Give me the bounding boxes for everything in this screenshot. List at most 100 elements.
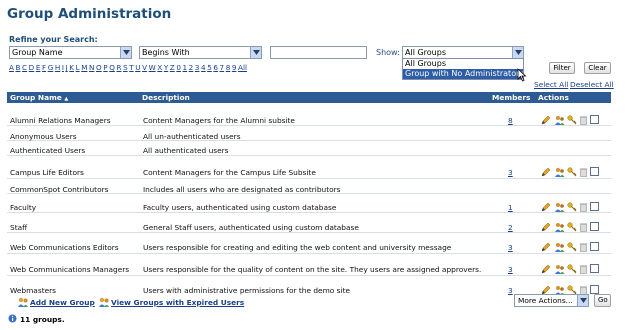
more-actions-select[interactable]: More Actions...: [514, 294, 589, 307]
alpha-link-b[interactable]: B: [16, 63, 21, 72]
alpha-link-all[interactable]: All: [238, 63, 247, 72]
row-select-checkbox[interactable]: [590, 115, 599, 124]
delete-icon[interactable]: [579, 242, 588, 254]
row-select-checkbox[interactable]: [590, 167, 599, 176]
group-members-icon[interactable]: [554, 242, 565, 254]
description-cell: Content Managers for the Campus Life Sub…: [143, 168, 316, 177]
permissions-key-icon[interactable]: [567, 264, 577, 276]
group-members-icon[interactable]: [554, 222, 565, 234]
alpha-link-v[interactable]: V: [142, 63, 147, 72]
edit-pencil-icon[interactable]: [541, 167, 551, 179]
alpha-link-4[interactable]: 4: [201, 63, 206, 72]
member-count-link[interactable]: 8: [508, 116, 513, 125]
alpha-link-7[interactable]: 7: [220, 63, 225, 72]
group-count: 11 groups.: [20, 315, 65, 324]
alpha-link-u[interactable]: U: [135, 63, 140, 72]
alpha-link-k[interactable]: K: [69, 63, 74, 72]
member-count-link[interactable]: 3: [508, 168, 513, 177]
dropdown-option-all-groups[interactable]: All Groups: [403, 59, 523, 69]
delete-icon[interactable]: [579, 167, 588, 179]
member-count-link[interactable]: 3: [508, 243, 513, 252]
alpha-link-p[interactable]: P: [103, 63, 107, 72]
alpha-link-8[interactable]: 8: [226, 63, 231, 72]
permissions-key-icon[interactable]: [567, 167, 577, 179]
edit-pencil-icon[interactable]: [541, 242, 551, 254]
select-all-link[interactable]: Select All: [534, 80, 568, 89]
alpha-link-q[interactable]: Q: [109, 63, 115, 72]
view-expired-groups-link[interactable]: View Groups with Expired Users: [111, 298, 244, 307]
search-operator-value: Begins With: [142, 48, 190, 57]
column-header-group-name[interactable]: Group Name ▲: [10, 92, 68, 105]
alpha-link-l[interactable]: L: [76, 63, 80, 72]
row-select-checkbox[interactable]: [590, 264, 599, 273]
edit-pencil-icon[interactable]: [541, 202, 551, 214]
description-cell: Users responsible for the quality of con…: [143, 265, 482, 274]
row-select-checkbox[interactable]: [590, 242, 599, 251]
alpha-link-x[interactable]: X: [157, 63, 162, 72]
alpha-link-0[interactable]: 0: [176, 63, 181, 72]
group-name-cell: Authenticated Users: [10, 146, 86, 155]
search-operator-select[interactable]: Begins With: [139, 46, 262, 59]
alpha-link-j[interactable]: J: [66, 63, 68, 72]
add-new-group-link[interactable]: Add New Group: [30, 298, 95, 307]
alpha-link-m[interactable]: M: [81, 63, 87, 72]
search-input[interactable]: [270, 46, 367, 59]
permissions-key-icon[interactable]: [567, 202, 577, 214]
chevron-down-icon: [512, 47, 523, 58]
member-count-link[interactable]: 3: [508, 286, 513, 295]
alpha-link-f[interactable]: F: [42, 63, 46, 72]
alpha-link-e[interactable]: E: [36, 63, 41, 72]
row-select-checkbox[interactable]: [590, 222, 599, 231]
edit-pencil-icon[interactable]: [541, 115, 551, 127]
permissions-key-icon[interactable]: [567, 222, 577, 234]
delete-icon[interactable]: [579, 222, 588, 234]
more-actions-value: More Actions...: [518, 296, 573, 305]
chevron-down-icon: [250, 47, 261, 58]
alpha-link-3[interactable]: 3: [195, 63, 200, 72]
alpha-link-g[interactable]: G: [48, 63, 54, 72]
alpha-link-9[interactable]: 9: [232, 63, 237, 72]
alpha-link-6[interactable]: 6: [213, 63, 218, 72]
alpha-link-1[interactable]: 1: [183, 63, 188, 72]
clear-button[interactable]: Clear: [584, 62, 611, 74]
group-members-icon[interactable]: [554, 202, 565, 214]
permissions-key-icon[interactable]: [567, 242, 577, 254]
alpha-link-a[interactable]: A: [9, 63, 14, 72]
delete-icon[interactable]: [579, 115, 588, 127]
permissions-key-icon[interactable]: [567, 115, 577, 127]
filter-button[interactable]: Filter: [549, 62, 575, 74]
group-members-icon[interactable]: [554, 115, 565, 127]
alpha-link-s[interactable]: S: [123, 63, 128, 72]
alpha-link-c[interactable]: C: [22, 63, 27, 72]
edit-pencil-icon[interactable]: [541, 264, 551, 276]
alpha-link-y[interactable]: Y: [164, 63, 168, 72]
dropdown-option-no-administrators[interactable]: Group with No Administrators: [403, 69, 524, 79]
row-select-checkbox[interactable]: [590, 202, 599, 211]
go-button[interactable]: Go: [594, 294, 611, 307]
row-select-checkbox[interactable]: [590, 285, 599, 294]
alpha-link-5[interactable]: 5: [207, 63, 212, 72]
group-name-cell: Staff: [10, 223, 28, 232]
row-divider: [7, 155, 611, 156]
edit-pencil-icon[interactable]: [541, 222, 551, 234]
alpha-link-z[interactable]: Z: [170, 63, 175, 72]
search-field-select[interactable]: Group Name: [9, 46, 132, 59]
member-count-link[interactable]: 3: [508, 265, 513, 274]
alpha-link-r[interactable]: R: [116, 63, 121, 72]
group-members-icon[interactable]: [554, 264, 565, 276]
member-count-link[interactable]: 2: [508, 223, 513, 232]
delete-icon[interactable]: [579, 264, 588, 276]
alpha-link-h[interactable]: H: [55, 63, 60, 72]
alpha-link-w[interactable]: W: [149, 63, 156, 72]
deselect-all-link[interactable]: Deselect All: [570, 80, 614, 89]
alpha-link-2[interactable]: 2: [189, 63, 194, 72]
alpha-link-o[interactable]: O: [96, 63, 102, 72]
group-name-cell: Web Communications Managers: [10, 265, 130, 274]
alpha-link-d[interactable]: D: [29, 63, 35, 72]
alpha-link-i[interactable]: I: [62, 63, 64, 72]
delete-icon[interactable]: [579, 202, 588, 214]
alpha-link-n[interactable]: N: [89, 63, 94, 72]
alpha-link-t[interactable]: T: [129, 63, 133, 72]
member-count-link[interactable]: 1: [508, 203, 513, 212]
group-members-icon[interactable]: [554, 167, 565, 179]
